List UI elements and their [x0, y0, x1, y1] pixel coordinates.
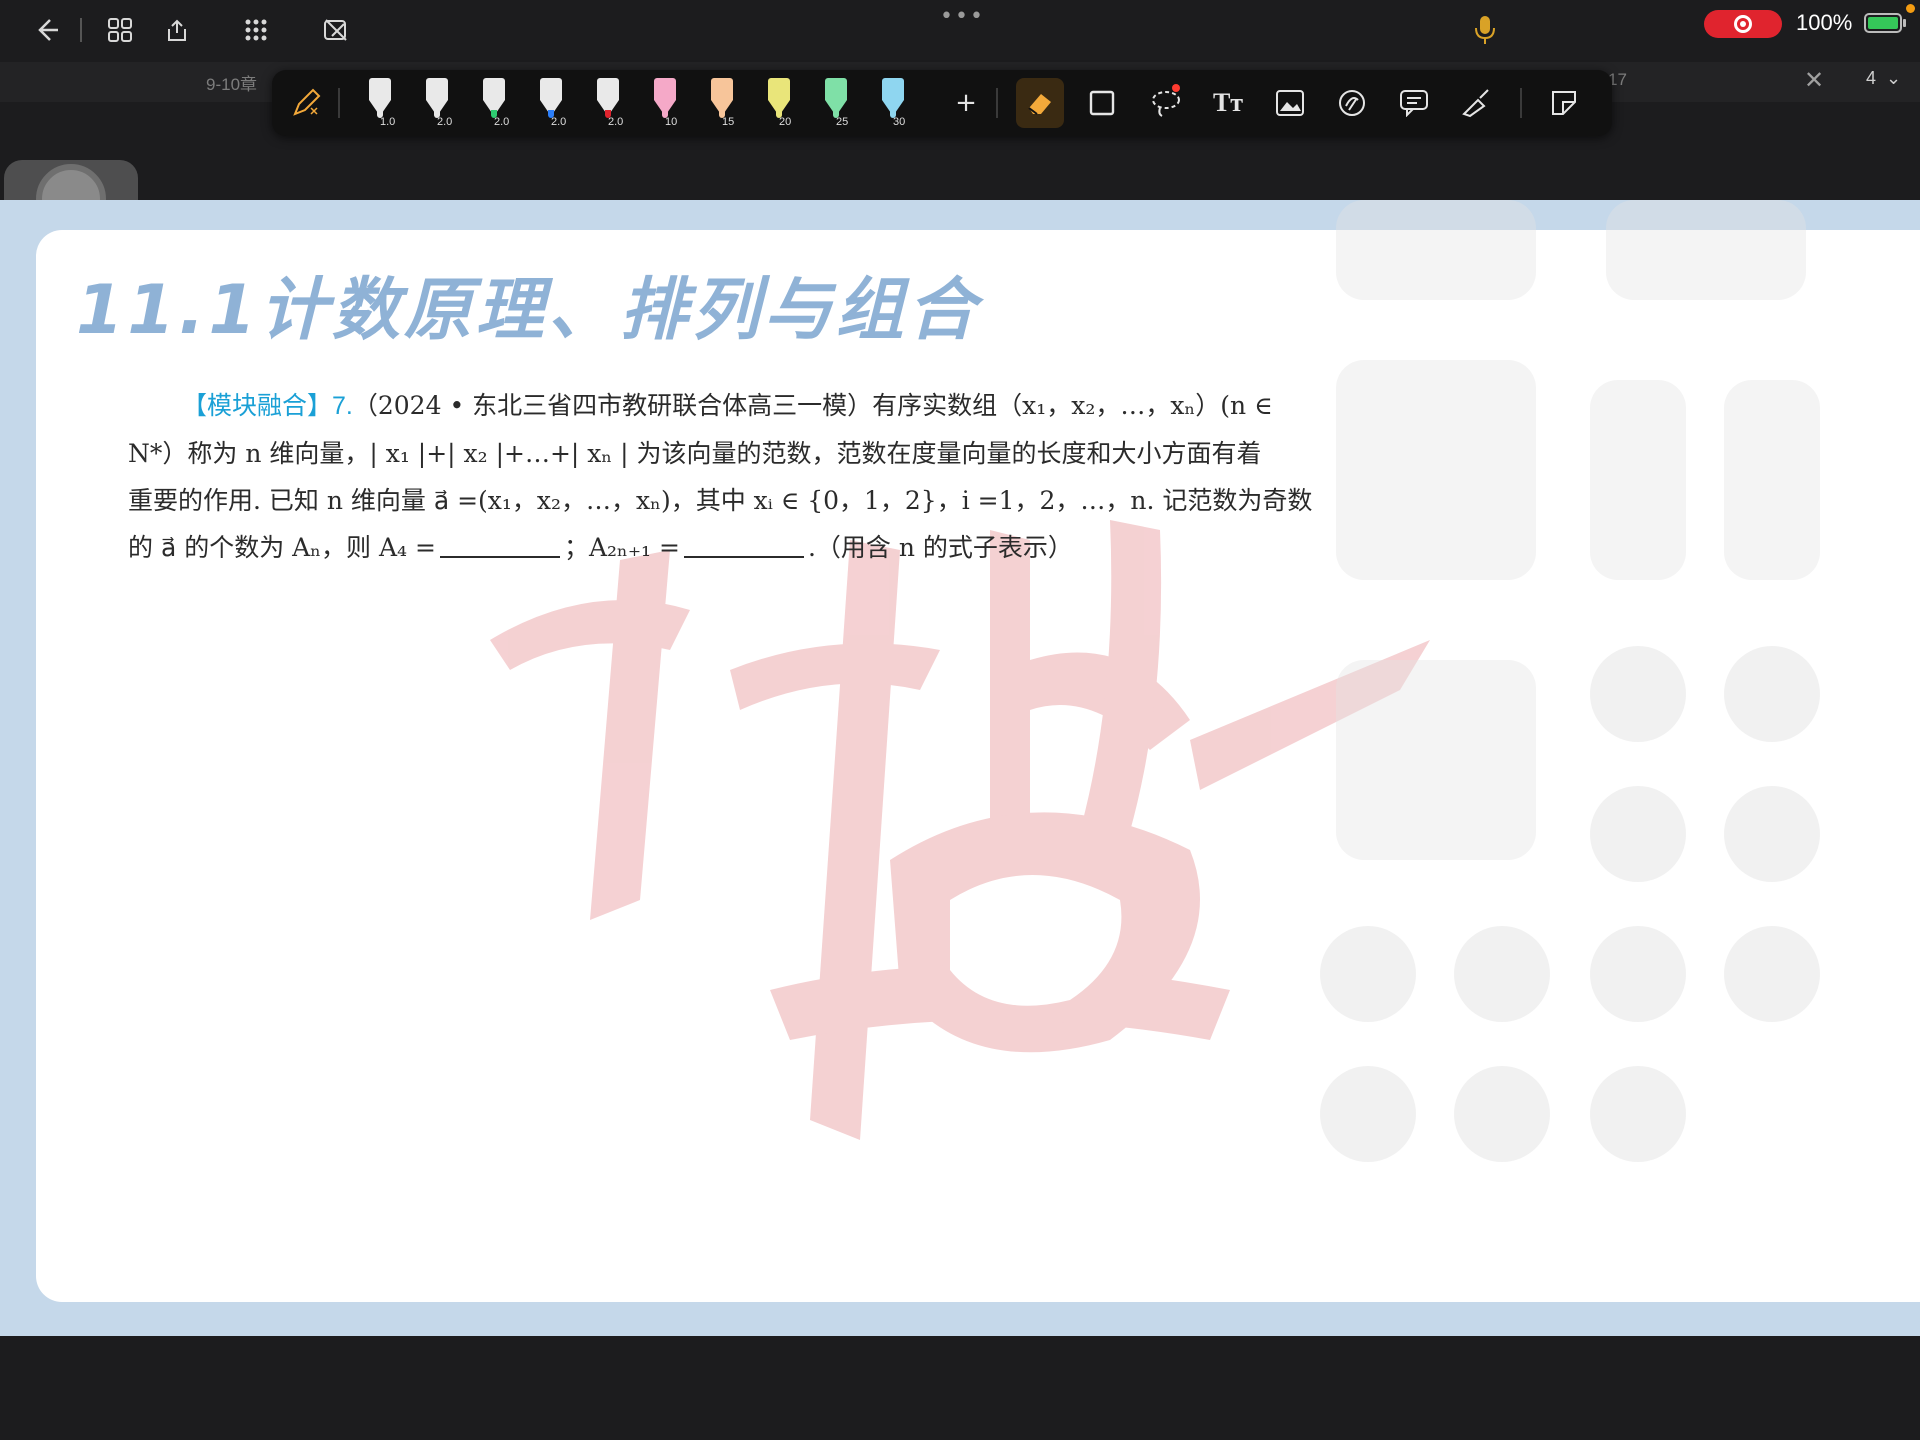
pen-size-label: 15	[722, 116, 735, 128]
apps-icon[interactable]	[236, 10, 276, 50]
dark-mode-icon	[1590, 1066, 1686, 1162]
cc-button	[1454, 926, 1550, 1022]
add-pen-button[interactable]: +	[942, 78, 990, 128]
pen-body	[597, 78, 619, 100]
pen-tool-3[interactable]: 2.0	[474, 76, 514, 130]
pen-size-label: 10	[665, 116, 678, 128]
toolbar-collapse-icon[interactable]	[1540, 78, 1588, 128]
pen-size-label: 2.0	[437, 116, 453, 128]
edit-off-icon[interactable]	[316, 10, 356, 50]
record-icon	[1320, 1066, 1416, 1162]
pen-size-label: 20	[779, 116, 792, 128]
pen-tool-7[interactable]: 15	[702, 76, 742, 130]
low-power-icon	[1590, 926, 1686, 1022]
more-dots[interactable]: •••	[940, 4, 985, 29]
pen-body	[711, 78, 733, 100]
tab-chapter[interactable]: 9-10章	[206, 70, 257, 95]
pen-tool-5[interactable]: 2.0	[588, 76, 628, 130]
lasso-icon[interactable]	[1142, 78, 1190, 128]
cc-button	[1590, 646, 1686, 742]
pen-body	[483, 78, 505, 100]
pen-size-label: 2.0	[494, 116, 510, 128]
laser-pointer-icon[interactable]	[1452, 78, 1500, 128]
battery-percent: 100%	[1796, 10, 1853, 35]
close-icon[interactable]: ✕	[1804, 66, 1824, 94]
top-bar: ••• 100%	[0, 0, 1920, 62]
pen-size-label: 30	[893, 116, 906, 128]
problem-line-4: 的 a⃗ 的个数为 Aₙ，则 A₄ = ；A₂ₙ₊₁ = .（用含 n 的式子表示）	[128, 524, 1488, 571]
cc-button	[1724, 926, 1820, 1022]
pen-body	[882, 78, 904, 100]
problem-line-4c: .（用含 n 的式子表示）	[807, 533, 1073, 562]
toolbar-divider	[338, 88, 340, 118]
pen-body	[540, 78, 562, 100]
text-tool-icon[interactable]: Tт	[1204, 78, 1252, 128]
battery-cap	[1903, 19, 1906, 27]
problem-line-4a: 的 a⃗ 的个数为 Aₙ，则 A₄ =	[128, 533, 436, 562]
pen-size-label: 2.0	[608, 116, 624, 128]
problem-line-4b: ；A₂ₙ₊₁ =	[563, 533, 680, 562]
comment-icon[interactable]	[1390, 78, 1438, 128]
record-icon	[1734, 15, 1752, 33]
lasso-badge	[1172, 84, 1180, 92]
cc-button	[1320, 926, 1416, 1022]
problem-text: 【模块融合】7.（2024 • 东北三省四市教研联合体高三一模）有序实数组（x₁…	[128, 382, 1488, 571]
chevron-down-icon: ⌄	[1886, 68, 1902, 88]
pen-tool-6[interactable]: 10	[645, 76, 685, 130]
pen-tool-9[interactable]: 25	[816, 76, 856, 130]
problem-tag: 【模块融合】	[182, 391, 333, 420]
battery-icon	[1864, 13, 1902, 33]
pen-tool-8[interactable]: 20	[759, 76, 799, 130]
page-number: 4	[1866, 68, 1877, 88]
document-frame	[0, 200, 1920, 1336]
pen-tool-4[interactable]: 2.0	[531, 76, 571, 130]
problem-line-3: 重要的作用. 已知 n 维向量 a⃗ =(x₁，x₂，…，xₙ)，其中 xᵢ ∈…	[128, 486, 1313, 515]
brightness-slider	[1590, 380, 1686, 580]
share-icon[interactable]	[158, 10, 198, 50]
pen-body	[768, 78, 790, 100]
sticker-icon[interactable]	[1328, 78, 1376, 128]
bottom-bar	[0, 1336, 1920, 1440]
pen-body	[654, 78, 676, 100]
pen-size-label: 25	[836, 116, 849, 128]
pencil-bluetooth-icon[interactable]	[282, 78, 330, 128]
page-selector[interactable]: 4 ⌄	[1866, 68, 1901, 89]
toolbar-divider	[1520, 88, 1522, 118]
image-icon[interactable]	[1266, 78, 1314, 128]
pen-body	[825, 78, 847, 100]
privacy-indicator	[1906, 4, 1915, 13]
pen-size-label: 2.0	[551, 116, 567, 128]
problem-line-2: N*）称为 n 维向量，| x₁ |+| x₂ |+…+| xₙ | 为该向量的…	[128, 439, 1262, 468]
arrow-left-icon[interactable]	[26, 10, 66, 50]
cc-tile	[1336, 660, 1536, 860]
rotation-lock-icon	[1724, 646, 1820, 742]
chapter-title: 11.1计数原理、排列与组合	[76, 271, 980, 350]
cc-tile	[1336, 200, 1536, 300]
answer-blank-1[interactable]	[439, 534, 560, 558]
screen-recording-indicator[interactable]	[1704, 10, 1782, 38]
pen-toolbar: 1.0 2.0 2.0 2.0 2.0 10 15 20 25 30 + Tт	[272, 70, 1612, 136]
problem-number: 7.	[332, 392, 353, 420]
pen-body	[426, 78, 448, 100]
cc-tile	[1606, 200, 1806, 300]
toolbar-divider	[80, 18, 82, 42]
volume-slider	[1724, 380, 1820, 580]
cc-button	[1590, 786, 1686, 882]
pen-tool-2[interactable]: 2.0	[417, 76, 457, 130]
answer-blank-2[interactable]	[683, 534, 804, 558]
pen-body	[369, 78, 391, 100]
cc-button	[1724, 786, 1820, 882]
pen-tool-1[interactable]: 1.0	[360, 76, 400, 130]
microphone-icon[interactable]	[1470, 12, 1500, 48]
shape-icon[interactable]	[1078, 78, 1126, 128]
pen-size-label: 1.0	[380, 116, 396, 128]
toolbar-divider	[996, 88, 998, 118]
battery-level	[1868, 17, 1898, 29]
pen-tool-10[interactable]: 30	[873, 76, 913, 130]
problem-line-1-text: （2024 • 东北三省四市教研联合体高三一模）有序实数组（x₁，x₂，…，xₙ…	[352, 391, 1273, 420]
grid-icon[interactable]	[100, 10, 140, 50]
cc-button	[1454, 1066, 1550, 1162]
eraser-icon[interactable]	[1016, 78, 1064, 128]
problem-line-1: 【模块融合】7.（2024 • 东北三省四市教研联合体高三一模）有序实数组（x₁…	[128, 382, 1488, 430]
